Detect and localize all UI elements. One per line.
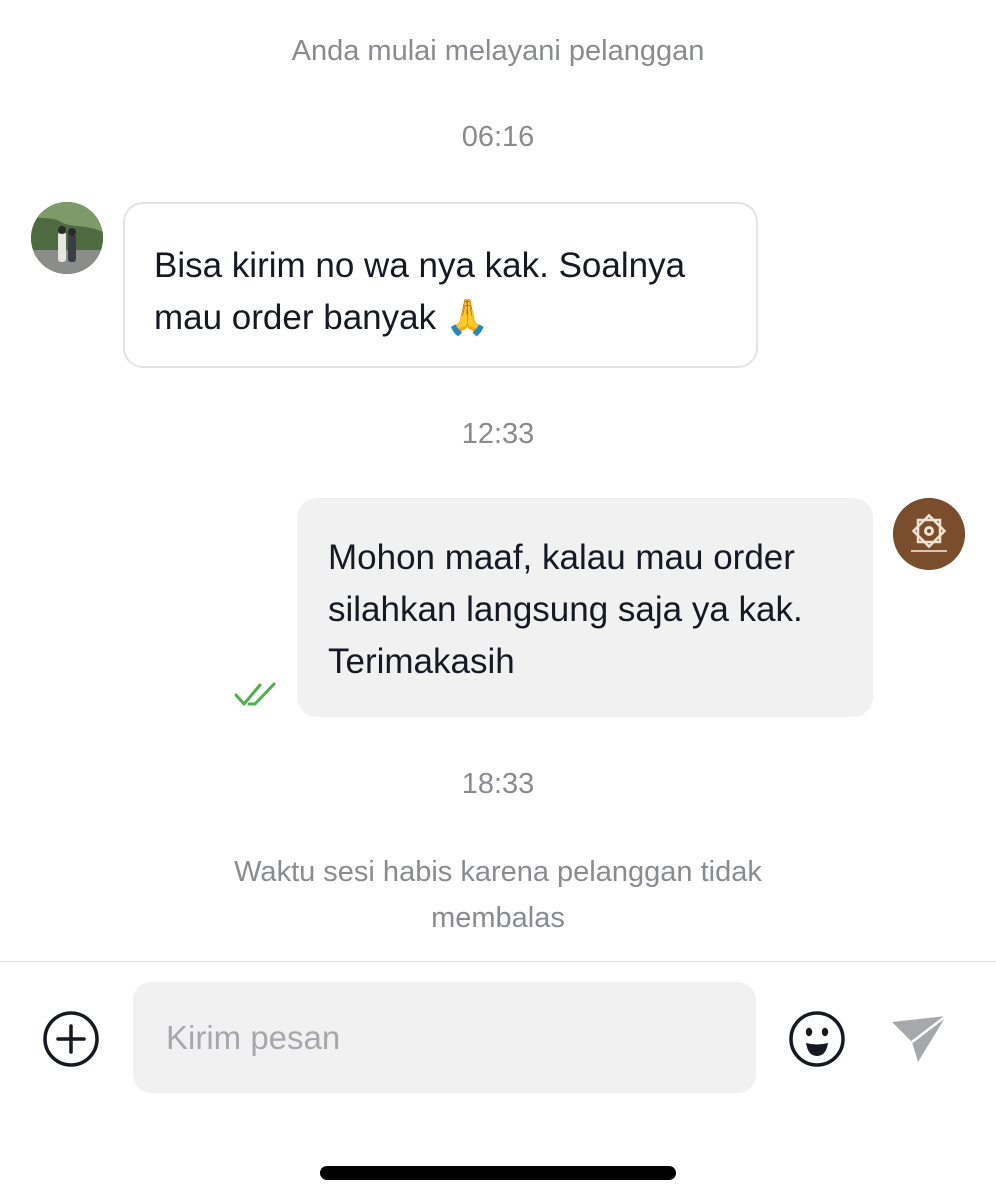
- timestamp: 06:16: [461, 121, 535, 153]
- message-text-line: Bisa kirim no wa nya kak. Soalnya: [154, 246, 686, 285]
- customer-message-bubble[interactable]: Bisa kirim no wa nya kak. Soalnya mau or…: [123, 202, 758, 368]
- seller-logo-icon: [893, 498, 965, 570]
- customer-photo-icon: [31, 202, 103, 274]
- seller-message-bubble[interactable]: Mohon maaf, kalau mau order silahkan lan…: [297, 498, 873, 717]
- message-input[interactable]: [166, 982, 726, 1093]
- notice-line: Waktu sesi habis karena pelanggan tidak: [234, 856, 762, 888]
- notice-line: membalas: [431, 902, 565, 934]
- timestamp: 18:33: [461, 768, 535, 800]
- double-check-icon: [234, 682, 276, 706]
- seller-avatar[interactable]: [893, 498, 965, 570]
- composer-divider: [0, 961, 996, 962]
- timestamp: 12:33: [461, 418, 535, 450]
- message-text-line: mau order banyak 🙏: [154, 298, 490, 337]
- message-composer[interactable]: [133, 982, 756, 1093]
- customer-avatar[interactable]: [31, 202, 103, 274]
- home-indicator: [320, 1166, 676, 1180]
- session-start-notice: Anda mulai melayani pelanggan: [291, 35, 705, 67]
- message-text-line: Mohon maaf, kalau mau order: [328, 538, 795, 577]
- plus-circle-icon[interactable]: [42, 1010, 100, 1068]
- smiley-face-icon[interactable]: [788, 1010, 846, 1068]
- session-expired-notice: Waktu sesi habis karena pelanggan tidak …: [0, 849, 996, 941]
- message-text-line: silahkan langsung saja ya kak.: [328, 590, 803, 629]
- paper-plane-icon[interactable]: [888, 1012, 950, 1066]
- message-text-line: Terimakasih: [328, 642, 515, 681]
